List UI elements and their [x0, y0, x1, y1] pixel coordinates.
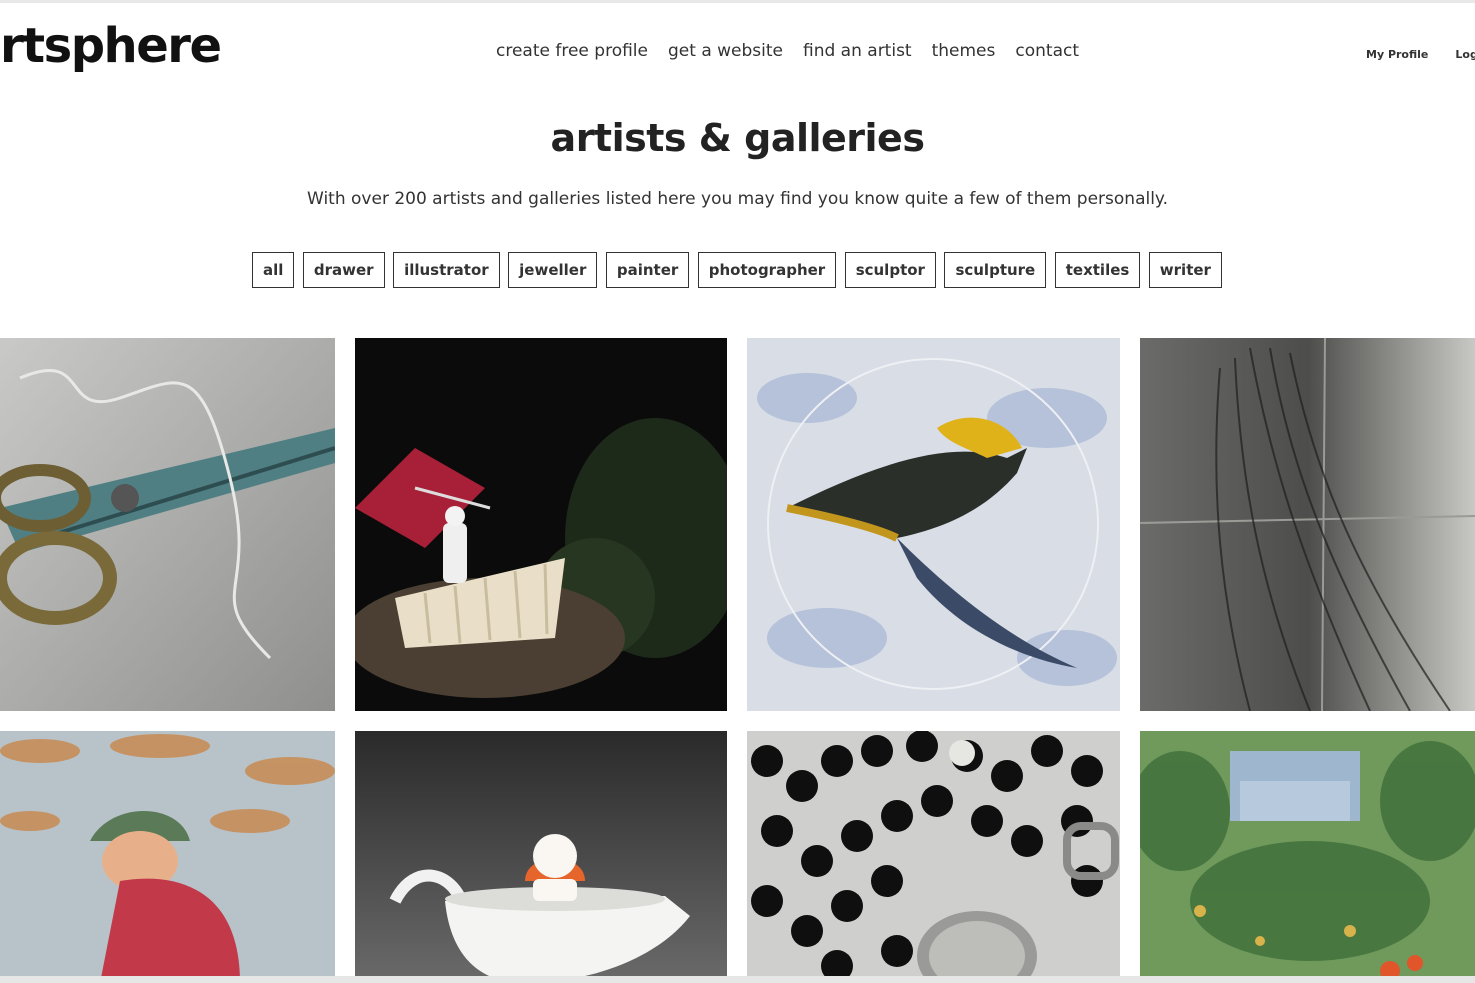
filter-drawer[interactable]: drawer — [302, 252, 385, 288]
bird-painting-image — [747, 338, 1120, 711]
top-rule — [0, 0, 1475, 3]
main-nav: create free profile get a website find a… — [496, 38, 1099, 64]
page-subtitle: With over 200 artists and galleries list… — [307, 189, 1168, 209]
site-logo[interactable]: rtsphere — [0, 16, 222, 76]
nav-themes[interactable]: themes — [932, 38, 996, 64]
figure-on-boat-image — [355, 338, 727, 711]
filter-sculpture[interactable]: sculpture — [944, 252, 1047, 288]
filter-painter[interactable]: painter — [605, 252, 690, 288]
nav-create-free-profile[interactable]: create free profile — [496, 38, 648, 64]
filter-textiles[interactable]: textiles — [1054, 252, 1141, 288]
scissors-painting-image — [0, 338, 335, 711]
gallery-tile-porcelain-gravy-boat-sculpture[interactable] — [355, 731, 727, 983]
filter-illustrator[interactable]: illustrator — [393, 252, 500, 288]
artist-gallery-grid — [0, 338, 1475, 983]
login-link[interactable]: Log — [1455, 48, 1475, 61]
filter-all[interactable]: all — [252, 252, 295, 288]
child-in-cap-image — [0, 731, 335, 983]
gallery-tile-black-bead-necklace-jewellery[interactable] — [747, 731, 1120, 983]
gallery-tile-charcoal-hair-drawing[interactable] — [1140, 338, 1475, 711]
nav-find-an-artist[interactable]: find an artist — [803, 38, 912, 64]
gallery-tile-child-in-cap-painting[interactable] — [0, 731, 335, 983]
page-title: artists & galleries — [550, 116, 925, 160]
filter-photographer[interactable]: photographer — [697, 252, 837, 288]
nav-get-a-website[interactable]: get a website — [668, 38, 783, 64]
gallery-tile-figure-on-boat-photo[interactable] — [355, 338, 727, 711]
filter-sculptor[interactable]: sculptor — [844, 252, 936, 288]
horizontal-scrollbar[interactable] — [0, 976, 1475, 983]
charcoal-hair-image — [1140, 338, 1475, 711]
porcelain-gravy-boat-image — [355, 731, 727, 983]
category-filters: all drawer illustrator jeweller painter … — [252, 252, 1222, 288]
filter-jeweller[interactable]: jeweller — [508, 252, 598, 288]
black-bead-necklace-image — [747, 731, 1120, 983]
gallery-tile-garden-impressionist-painting[interactable] — [1140, 731, 1475, 983]
my-profile-link[interactable]: My Profile — [1366, 48, 1428, 61]
gallery-tile-scissors-painting[interactable] — [0, 338, 335, 711]
filter-writer[interactable]: writer — [1148, 252, 1222, 288]
account-links: My Profile Log — [1366, 43, 1475, 61]
nav-contact[interactable]: contact — [1015, 38, 1079, 64]
garden-impressionist-image — [1140, 731, 1475, 983]
gallery-tile-bird-painting[interactable] — [747, 338, 1120, 711]
